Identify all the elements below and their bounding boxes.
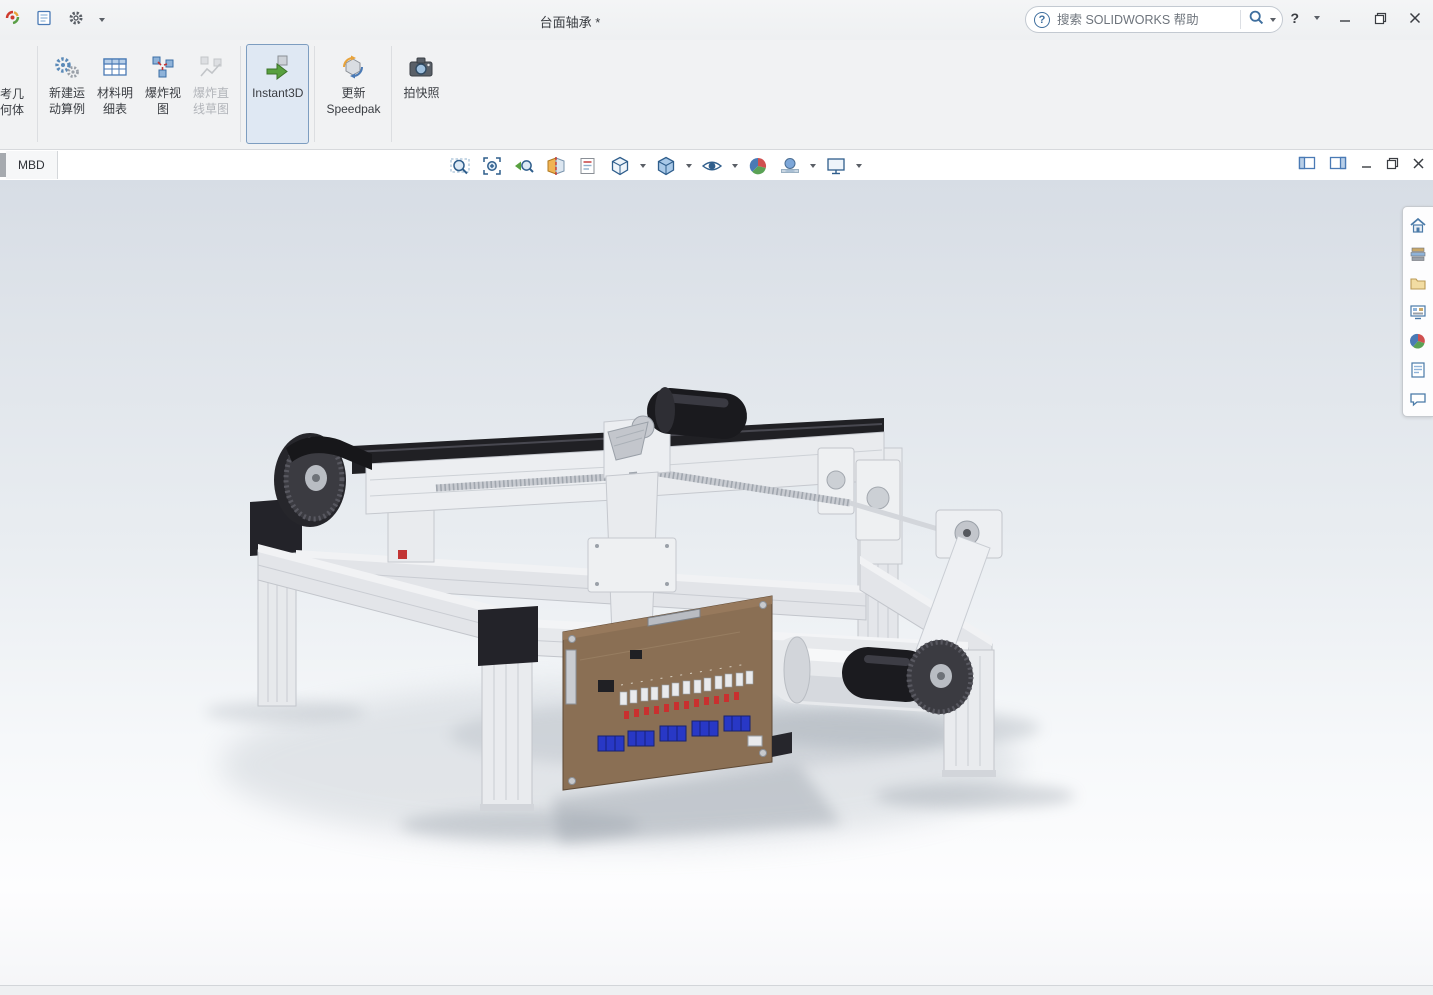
zoom-to-fit-icon[interactable] xyxy=(448,154,472,178)
explode-line-sketch-button: 爆炸直 线草图 xyxy=(187,44,235,144)
task-pane-tabs xyxy=(1402,206,1433,417)
take-snapshot-label: 拍快照 xyxy=(403,86,439,120)
ribbon: 考几 何体 新建运 动算例 材料明 细表 爆炸视 图 xyxy=(0,40,1433,150)
speedpak-icon xyxy=(339,50,367,84)
update-speedpak-button[interactable]: 更新 Speedpak xyxy=(320,44,386,144)
window-title: 台面轴承 * xyxy=(540,12,601,31)
display-style-caret[interactable] xyxy=(686,164,692,168)
minimize-button[interactable] xyxy=(1335,8,1355,28)
ribbon-separator xyxy=(314,46,315,142)
help-menu[interactable]: ? xyxy=(1290,10,1299,26)
previous-view-icon[interactable] xyxy=(512,154,536,178)
assembly-model xyxy=(0,180,1433,985)
doc-restore-button[interactable] xyxy=(1386,157,1399,175)
apply-scene-caret[interactable] xyxy=(810,164,816,168)
heads-up-view-toolbar xyxy=(448,154,862,178)
take-snapshot-button[interactable]: 拍快照 xyxy=(397,44,445,144)
tab-mbd[interactable]: MBD xyxy=(6,151,58,179)
search-input[interactable] xyxy=(1057,13,1240,27)
design-library-icon[interactable] xyxy=(1405,239,1431,268)
pane-right-icon[interactable] xyxy=(1329,155,1347,176)
ribbon-separator xyxy=(240,46,241,142)
titlebar: 台面轴承 * ? ? xyxy=(0,0,1433,40)
solidworks-window: 台面轴承 * ? ? 考几 何体 xyxy=(0,0,1433,995)
bill-of-materials-label: 材料明 细表 xyxy=(97,86,133,120)
appearances-scenes-icon[interactable] xyxy=(1405,326,1431,355)
doc-close-button[interactable] xyxy=(1412,157,1425,175)
view-settings-icon[interactable] xyxy=(824,154,848,178)
hide-show-items-caret[interactable] xyxy=(732,164,738,168)
instant3d-label: Instant3D xyxy=(252,86,303,120)
search-dropdown-caret[interactable] xyxy=(1270,18,1276,22)
hide-show-items-icon[interactable] xyxy=(700,154,724,178)
instant3d-icon xyxy=(264,50,292,84)
ribbon-separator xyxy=(37,46,38,142)
section-view-icon[interactable] xyxy=(544,154,568,178)
help-search-box[interactable]: ? xyxy=(1025,6,1283,33)
new-motion-study-button[interactable]: 新建运 动算例 xyxy=(43,44,91,144)
exploded-view-icon xyxy=(149,50,177,84)
close-button[interactable] xyxy=(1405,8,1425,28)
custom-properties-icon[interactable] xyxy=(1405,355,1431,384)
document-toolbar-band: MBD xyxy=(0,151,1433,180)
instant3d-button[interactable]: Instant3D xyxy=(246,44,309,144)
motion-study-icon xyxy=(53,50,81,84)
help-dropdown-caret[interactable] xyxy=(1314,16,1320,20)
solidworks-forum-icon[interactable] xyxy=(1405,384,1431,413)
explode-line-sketch-label: 爆炸直 线草图 xyxy=(193,86,229,120)
3d-viewport[interactable] xyxy=(0,180,1433,985)
restore-button[interactable] xyxy=(1370,8,1390,28)
search-icon[interactable] xyxy=(1248,9,1265,31)
explode-line-sketch-icon xyxy=(197,50,225,84)
annotation-view-icon[interactable] xyxy=(576,154,600,178)
display-style-icon[interactable] xyxy=(654,154,678,178)
edit-appearance-icon[interactable] xyxy=(746,154,770,178)
new-motion-study-label: 新建运 动算例 xyxy=(49,86,85,120)
zoom-to-area-icon[interactable] xyxy=(480,154,504,178)
help-circle-icon: ? xyxy=(1034,12,1050,28)
ribbon-separator xyxy=(391,46,392,142)
bill-of-materials-button[interactable]: 材料明 细表 xyxy=(91,44,139,144)
view-palette-icon[interactable] xyxy=(1405,297,1431,326)
solidworks-logo-icon xyxy=(4,9,21,31)
solidworks-resources-icon[interactable] xyxy=(1405,210,1431,239)
options-dropdown-caret[interactable] xyxy=(99,18,105,22)
update-speedpak-label: 更新 Speedpak xyxy=(326,86,380,120)
view-orientation-caret[interactable] xyxy=(640,164,646,168)
document-properties-icon[interactable] xyxy=(35,9,53,32)
camera-icon xyxy=(407,50,435,84)
bom-table-icon xyxy=(101,50,129,84)
exploded-view-button[interactable]: 爆炸视 图 xyxy=(139,44,187,144)
exploded-view-label: 爆炸视 图 xyxy=(145,86,181,120)
file-explorer-icon[interactable] xyxy=(1405,268,1431,297)
options-gear-icon[interactable] xyxy=(67,9,85,32)
apply-scene-icon[interactable] xyxy=(778,154,802,178)
document-window-controls xyxy=(1298,155,1425,176)
doc-minimize-button[interactable] xyxy=(1360,157,1373,175)
view-settings-caret[interactable] xyxy=(856,164,862,168)
pane-left-icon[interactable] xyxy=(1298,155,1316,176)
view-orientation-icon[interactable] xyxy=(608,154,632,178)
status-bar xyxy=(0,985,1433,995)
